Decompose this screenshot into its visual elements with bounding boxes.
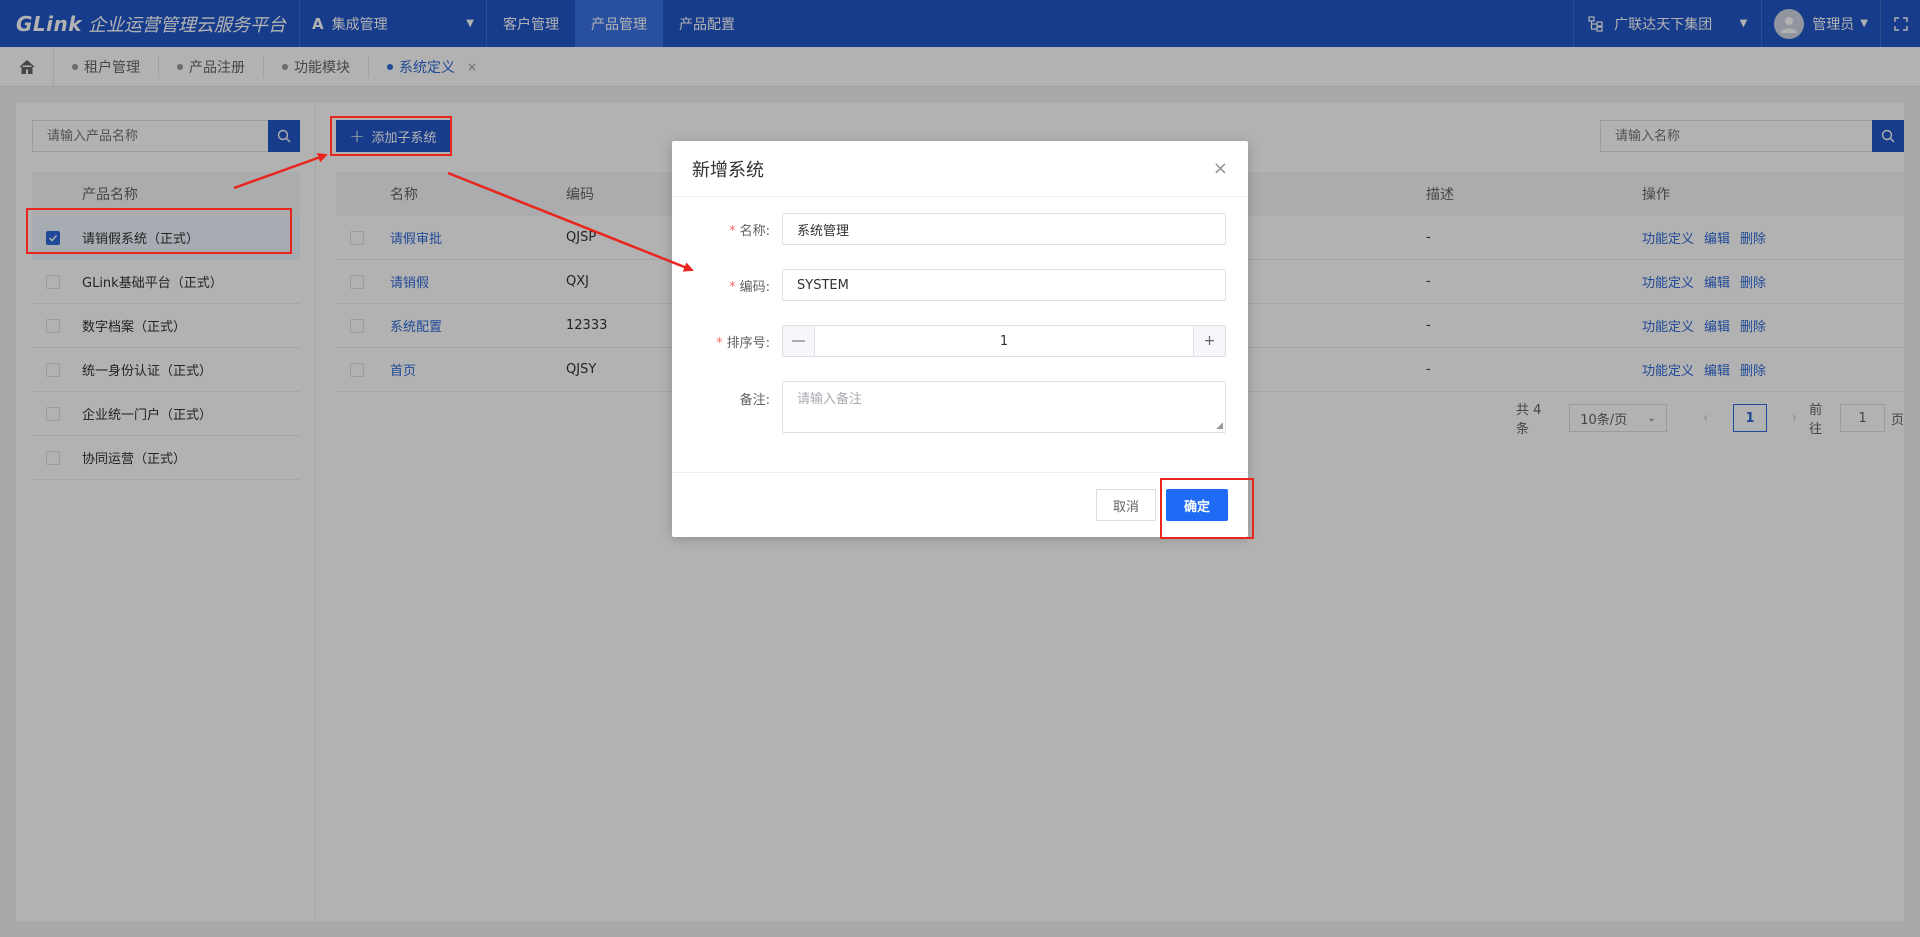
dialog-title: 新增系统: [692, 159, 764, 181]
remark-field[interactable]: 请输入备注 ◢: [782, 381, 1226, 433]
code-field[interactable]: SYSTEM: [782, 269, 1226, 301]
cancel-button[interactable]: 取消: [1096, 489, 1156, 521]
form-row-order: * 排序号: — 1 +: [672, 325, 1248, 357]
annotation-box-add: [330, 116, 452, 156]
minus-icon[interactable]: —: [783, 326, 815, 356]
plus-icon[interactable]: +: [1193, 326, 1225, 356]
form-row-remark: 备注: 请输入备注 ◢: [672, 381, 1248, 433]
remark-label: 备注:: [739, 393, 770, 408]
form-row-name: * 名称: 系统管理: [672, 213, 1248, 245]
name-label: * 名称:: [729, 223, 770, 239]
order-label: * 排序号:: [716, 335, 770, 351]
remark-placeholder: 请输入备注: [797, 392, 863, 407]
order-stepper: — 1 +: [782, 325, 1226, 357]
dialog-header: 新增系统 ×: [672, 141, 1248, 197]
order-value[interactable]: 1: [815, 326, 1193, 356]
name-field[interactable]: 系统管理: [782, 213, 1226, 245]
close-icon[interactable]: ×: [1213, 158, 1228, 179]
annotation-box-confirm: [1160, 478, 1254, 539]
form-row-code: * 编码: SYSTEM: [672, 269, 1248, 301]
code-label: * 编码:: [729, 279, 770, 295]
resize-handle-icon[interactable]: ◢: [1216, 421, 1223, 431]
annotation-box-product: [26, 208, 292, 254]
